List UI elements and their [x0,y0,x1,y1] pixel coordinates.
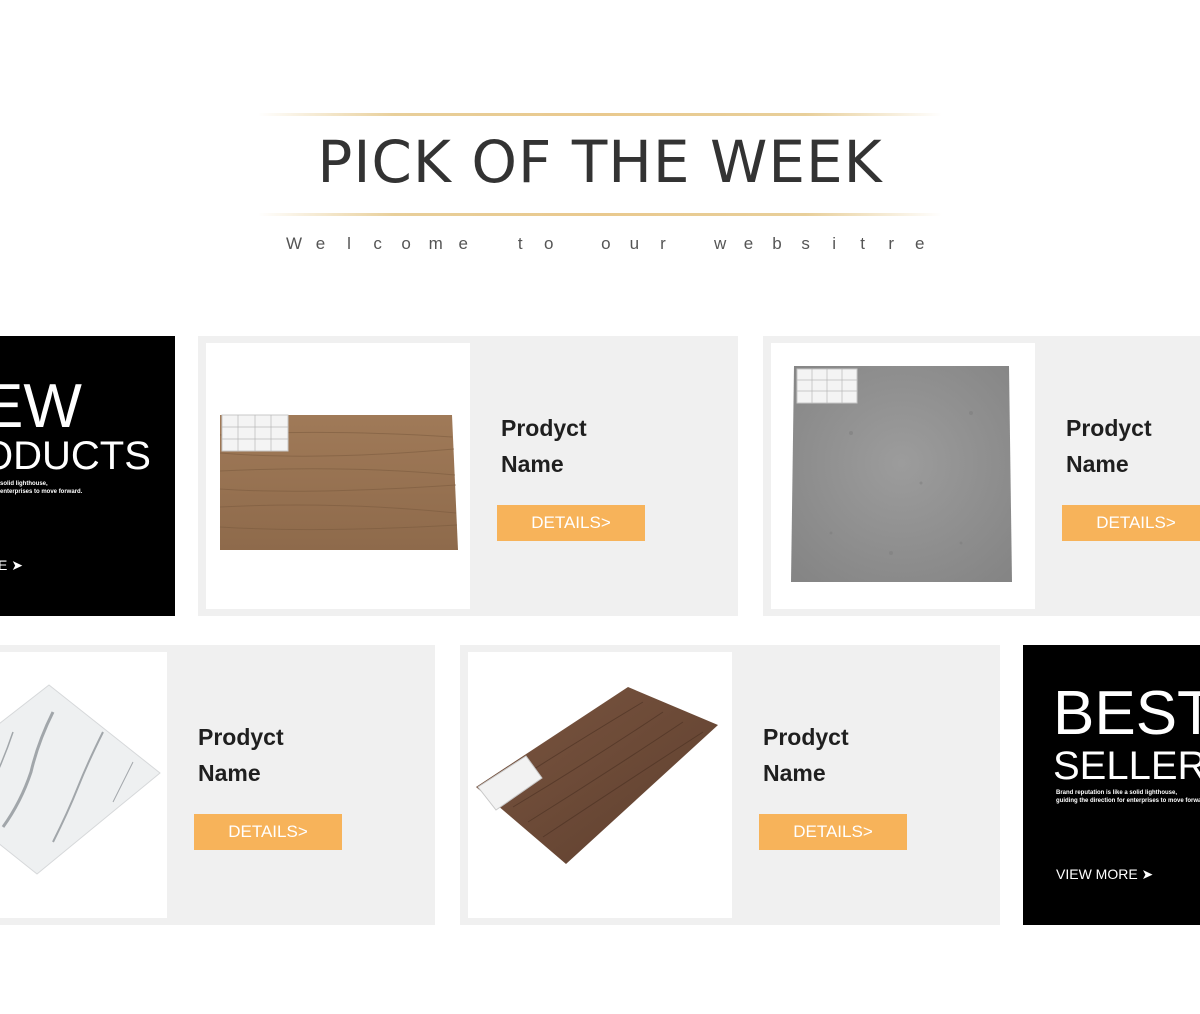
product-name-line2: Name [501,451,564,477]
product-name-line2: Name [1066,451,1129,477]
subtitle-char: r [888,234,894,253]
product-card: Prodyct Name DETAILS> [763,336,1200,616]
dark-wood-plank-image [476,687,718,864]
pick-of-the-week-section: PICK OF THE WEEK Welcome to our websitre… [0,0,1200,1014]
product-name-line1: Prodyct [198,724,284,750]
promo-title-line1: BEST [1053,679,1200,748]
details-button[interactable]: DETAILS> [759,814,907,850]
product-card: Prodyct Name DETAILS> [198,336,738,616]
product-image[interactable] [0,652,167,918]
subtitle-char: c [373,234,382,253]
gold-divider-top [258,113,942,116]
subtitle-char: e [315,234,326,253]
subtitle-char: r [657,234,669,254]
product-image[interactable] [206,343,470,609]
light-wood-plank-image [219,414,458,550]
product-image[interactable] [771,343,1035,609]
promo-title-line2: ODUCTS [0,434,151,478]
subtitle-char: e [743,234,754,253]
product-image[interactable] [468,652,732,918]
section-title: PICK OF THE WEEK [317,128,883,196]
product-name: Prodyct Name [763,719,963,791]
product-card: Prodyct Name DETAILS> [0,645,435,925]
product-name-line2: Name [198,760,261,786]
new-products-banner[interactable]: EW ODUCTS solid lighthouse, enterprises … [0,336,175,616]
product-name-line1: Prodyct [1066,415,1152,441]
product-name-line1: Prodyct [763,724,849,750]
promo-desc-line2: guiding the direction for enterprises to… [1056,798,1200,804]
details-button[interactable]: DETAILS> [194,814,342,850]
product-name-line1: Prodyct [501,415,587,441]
gold-divider-bottom [258,213,942,216]
subtitle-char: l [347,234,351,253]
subtitle-char: e [914,234,926,253]
subtitle-char: t [514,234,527,254]
promo-desc-line2: enterprises to move forward. [0,489,83,495]
promo-title-line1: EW [0,372,82,441]
subtitle-char: o [544,234,554,253]
subtitle-char: i [832,234,836,253]
best-seller-banner[interactable]: BEST SELLER Brand reputation is like a s… [1023,645,1200,925]
details-button[interactable]: DETAILS> [497,505,645,541]
subtitle-char: m [428,234,443,253]
subtitle-char: W [286,234,303,253]
subtitle-char: b [772,234,782,253]
view-more-link[interactable]: VIEW MORE ➤ [1056,866,1153,883]
product-name: Prodyct Name [1066,410,1200,482]
subtitle-char: s [801,234,810,253]
section-subtitle: Welcome to our websitre [286,234,926,254]
product-name: Prodyct Name [198,719,398,791]
subtitle-char: w [713,234,727,253]
product-name: Prodyct Name [501,410,701,482]
grey-stone-tile-image [791,366,1012,582]
subtitle-char: u [629,234,640,253]
subtitle-char: e [458,234,468,253]
subtitle-char: o [401,234,411,253]
details-button[interactable]: DETAILS> [1062,505,1200,541]
view-more-link[interactable]: E ➤ [0,557,23,574]
subtitle-char: o [601,234,611,253]
promo-title-line2: SELLER [1053,744,1200,788]
white-marble-tile-image [0,684,161,875]
subtitle-char: t [860,234,865,253]
product-name-line2: Name [763,760,826,786]
product-card: Prodyct Name DETAILS> [460,645,1000,925]
